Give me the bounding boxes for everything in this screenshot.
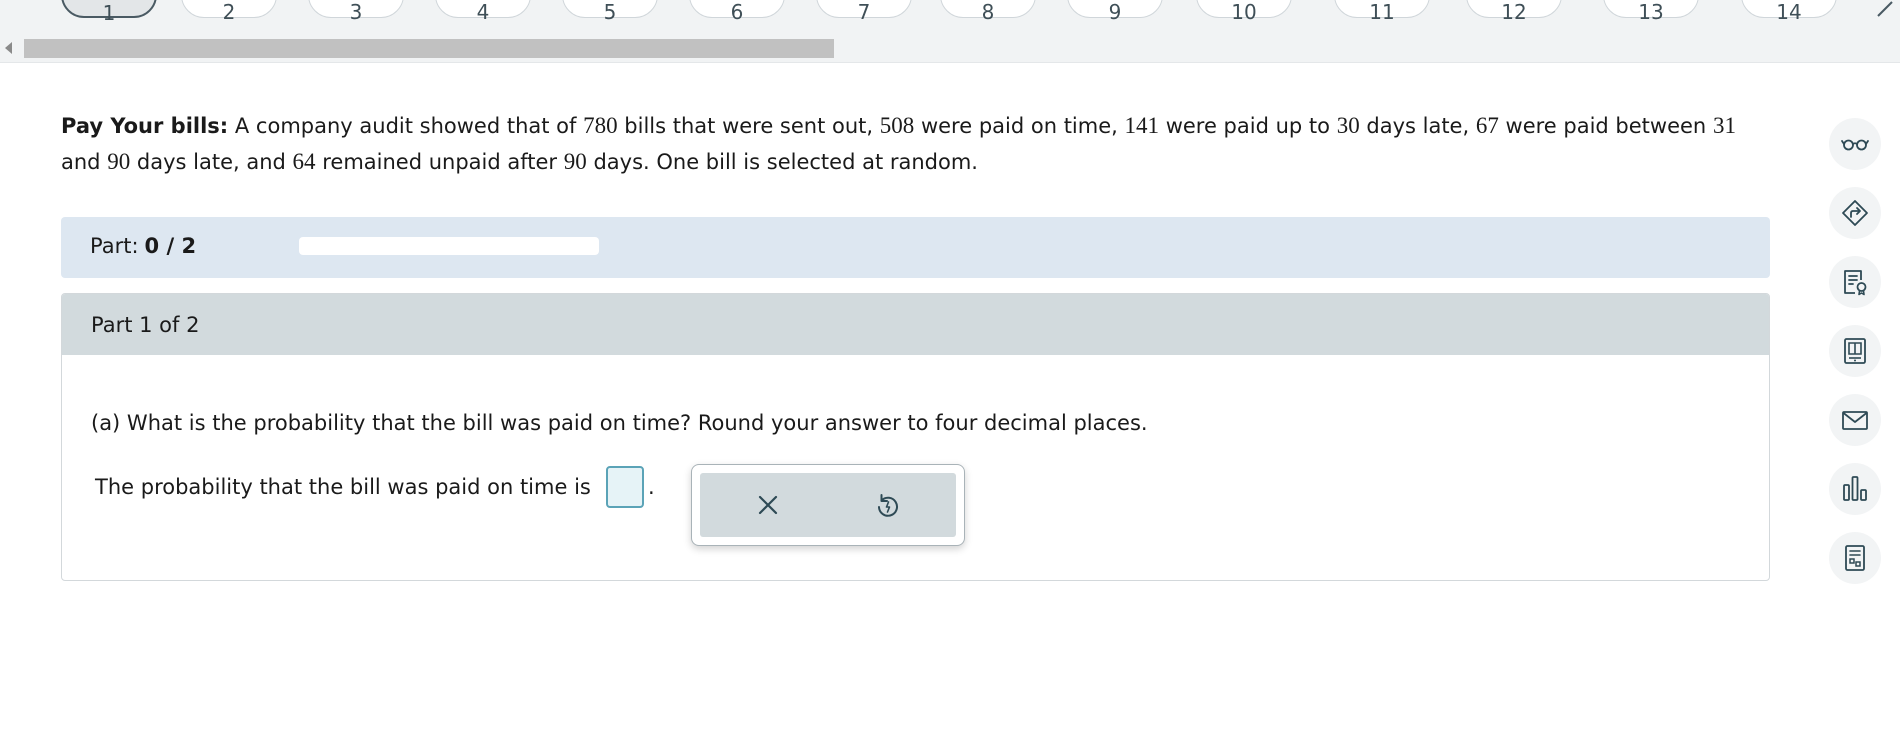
book-icon bbox=[1844, 338, 1866, 364]
problem-text: and bbox=[61, 150, 101, 174]
problem-text: A company audit showed that of bbox=[234, 114, 577, 138]
part-progress-bar: Part: 0 / 2 bbox=[61, 217, 1770, 278]
ebook-button[interactable] bbox=[1829, 325, 1881, 377]
problem-text: days late, and bbox=[136, 150, 286, 174]
question-pill-10[interactable]: 10 bbox=[1196, 0, 1292, 24]
question-pill-9[interactable]: 9 bbox=[1067, 0, 1163, 24]
question-pill-11[interactable]: 11 bbox=[1334, 0, 1430, 24]
part-header: Part 1 of 2 bbox=[62, 294, 1769, 355]
problem-statement: Pay Your bills: A company audit showed t… bbox=[61, 108, 1761, 180]
question-pill-14[interactable]: 14 bbox=[1741, 0, 1837, 24]
scroll-left-arrow-icon[interactable] bbox=[5, 42, 12, 54]
question-nav-bar: 1 2 3 4 5 6 7 8 9 10 11 12 13 14 bbox=[0, 0, 1900, 63]
mail-icon bbox=[1842, 411, 1868, 430]
data-button[interactable] bbox=[1829, 463, 1881, 515]
answer-tools-popup bbox=[691, 464, 965, 546]
part-progress-label: Part: 0 / 2 bbox=[90, 234, 196, 258]
question-pills: 1 2 3 4 5 6 7 8 9 10 11 12 13 14 bbox=[0, 0, 1900, 26]
answer-prefix: The probability that the bill was paid o… bbox=[95, 475, 591, 499]
question-text: (a) What is the probability that the bil… bbox=[91, 411, 1148, 435]
question-pill-2[interactable]: 2 bbox=[181, 0, 277, 24]
question-pill-6[interactable]: 6 bbox=[689, 0, 785, 24]
answer-input[interactable] bbox=[606, 466, 644, 508]
notes-icon bbox=[1844, 270, 1867, 296]
scrollbar-thumb[interactable] bbox=[24, 39, 834, 58]
problem-number: 31 bbox=[1712, 113, 1736, 138]
directions-icon bbox=[1842, 200, 1868, 226]
problem-number: 90 bbox=[563, 149, 587, 174]
problem-number: 508 bbox=[879, 113, 915, 138]
progress-track bbox=[299, 237, 599, 255]
problem-text: were paid on time, bbox=[920, 114, 1118, 138]
problem-text: bills that were sent out, bbox=[624, 114, 874, 138]
problem-title: Pay Your bills: bbox=[61, 114, 229, 138]
problem-number: 30 bbox=[1336, 113, 1360, 138]
problem-number: 141 bbox=[1124, 113, 1160, 138]
problem-number: 780 bbox=[583, 113, 618, 138]
undo-icon bbox=[878, 494, 898, 517]
close-icon bbox=[758, 495, 778, 515]
question-pill-13[interactable]: 13 bbox=[1603, 0, 1699, 24]
bar-chart-icon bbox=[1843, 476, 1867, 501]
problem-text: remained unpaid after bbox=[322, 150, 558, 174]
clear-button[interactable] bbox=[750, 487, 786, 523]
answer-tools-panel bbox=[700, 473, 956, 537]
undo-button[interactable] bbox=[869, 487, 905, 523]
part-label: Part: bbox=[90, 234, 139, 258]
problem-number: 90 bbox=[107, 149, 131, 174]
problem-text: were paid between bbox=[1505, 114, 1707, 138]
part-count: 0 / 2 bbox=[144, 234, 197, 258]
calculator-icon bbox=[1845, 545, 1865, 571]
question-pill-5[interactable]: 5 bbox=[562, 0, 658, 24]
guided-solution-button[interactable] bbox=[1829, 187, 1881, 239]
problem-text: days late, bbox=[1366, 114, 1470, 138]
problem-number: 67 bbox=[1475, 113, 1499, 138]
question-pill-1[interactable]: 1 bbox=[61, 0, 157, 25]
answer-suffix: . bbox=[648, 475, 655, 499]
horizontal-scrollbar[interactable] bbox=[0, 38, 1900, 60]
problem-text: days. One bill is selected at random. bbox=[593, 150, 978, 174]
question-pill-12[interactable]: 12 bbox=[1466, 0, 1562, 24]
question-pill-4[interactable]: 4 bbox=[435, 0, 531, 24]
calculator-button[interactable] bbox=[1829, 532, 1881, 584]
glasses-icon bbox=[1841, 139, 1869, 151]
message-button[interactable] bbox=[1829, 394, 1881, 446]
part-heading: Part 1 of 2 bbox=[91, 313, 200, 337]
reading-aid-button[interactable] bbox=[1829, 118, 1881, 170]
chevron-right-icon[interactable] bbox=[1872, 0, 1898, 22]
question-pill-7[interactable]: 7 bbox=[816, 0, 912, 24]
problem-text: were paid up to bbox=[1165, 114, 1330, 138]
question-pill-3[interactable]: 3 bbox=[308, 0, 404, 24]
notes-button[interactable] bbox=[1829, 256, 1881, 308]
question-pill-8[interactable]: 8 bbox=[940, 0, 1036, 24]
problem-number: 64 bbox=[292, 149, 316, 174]
